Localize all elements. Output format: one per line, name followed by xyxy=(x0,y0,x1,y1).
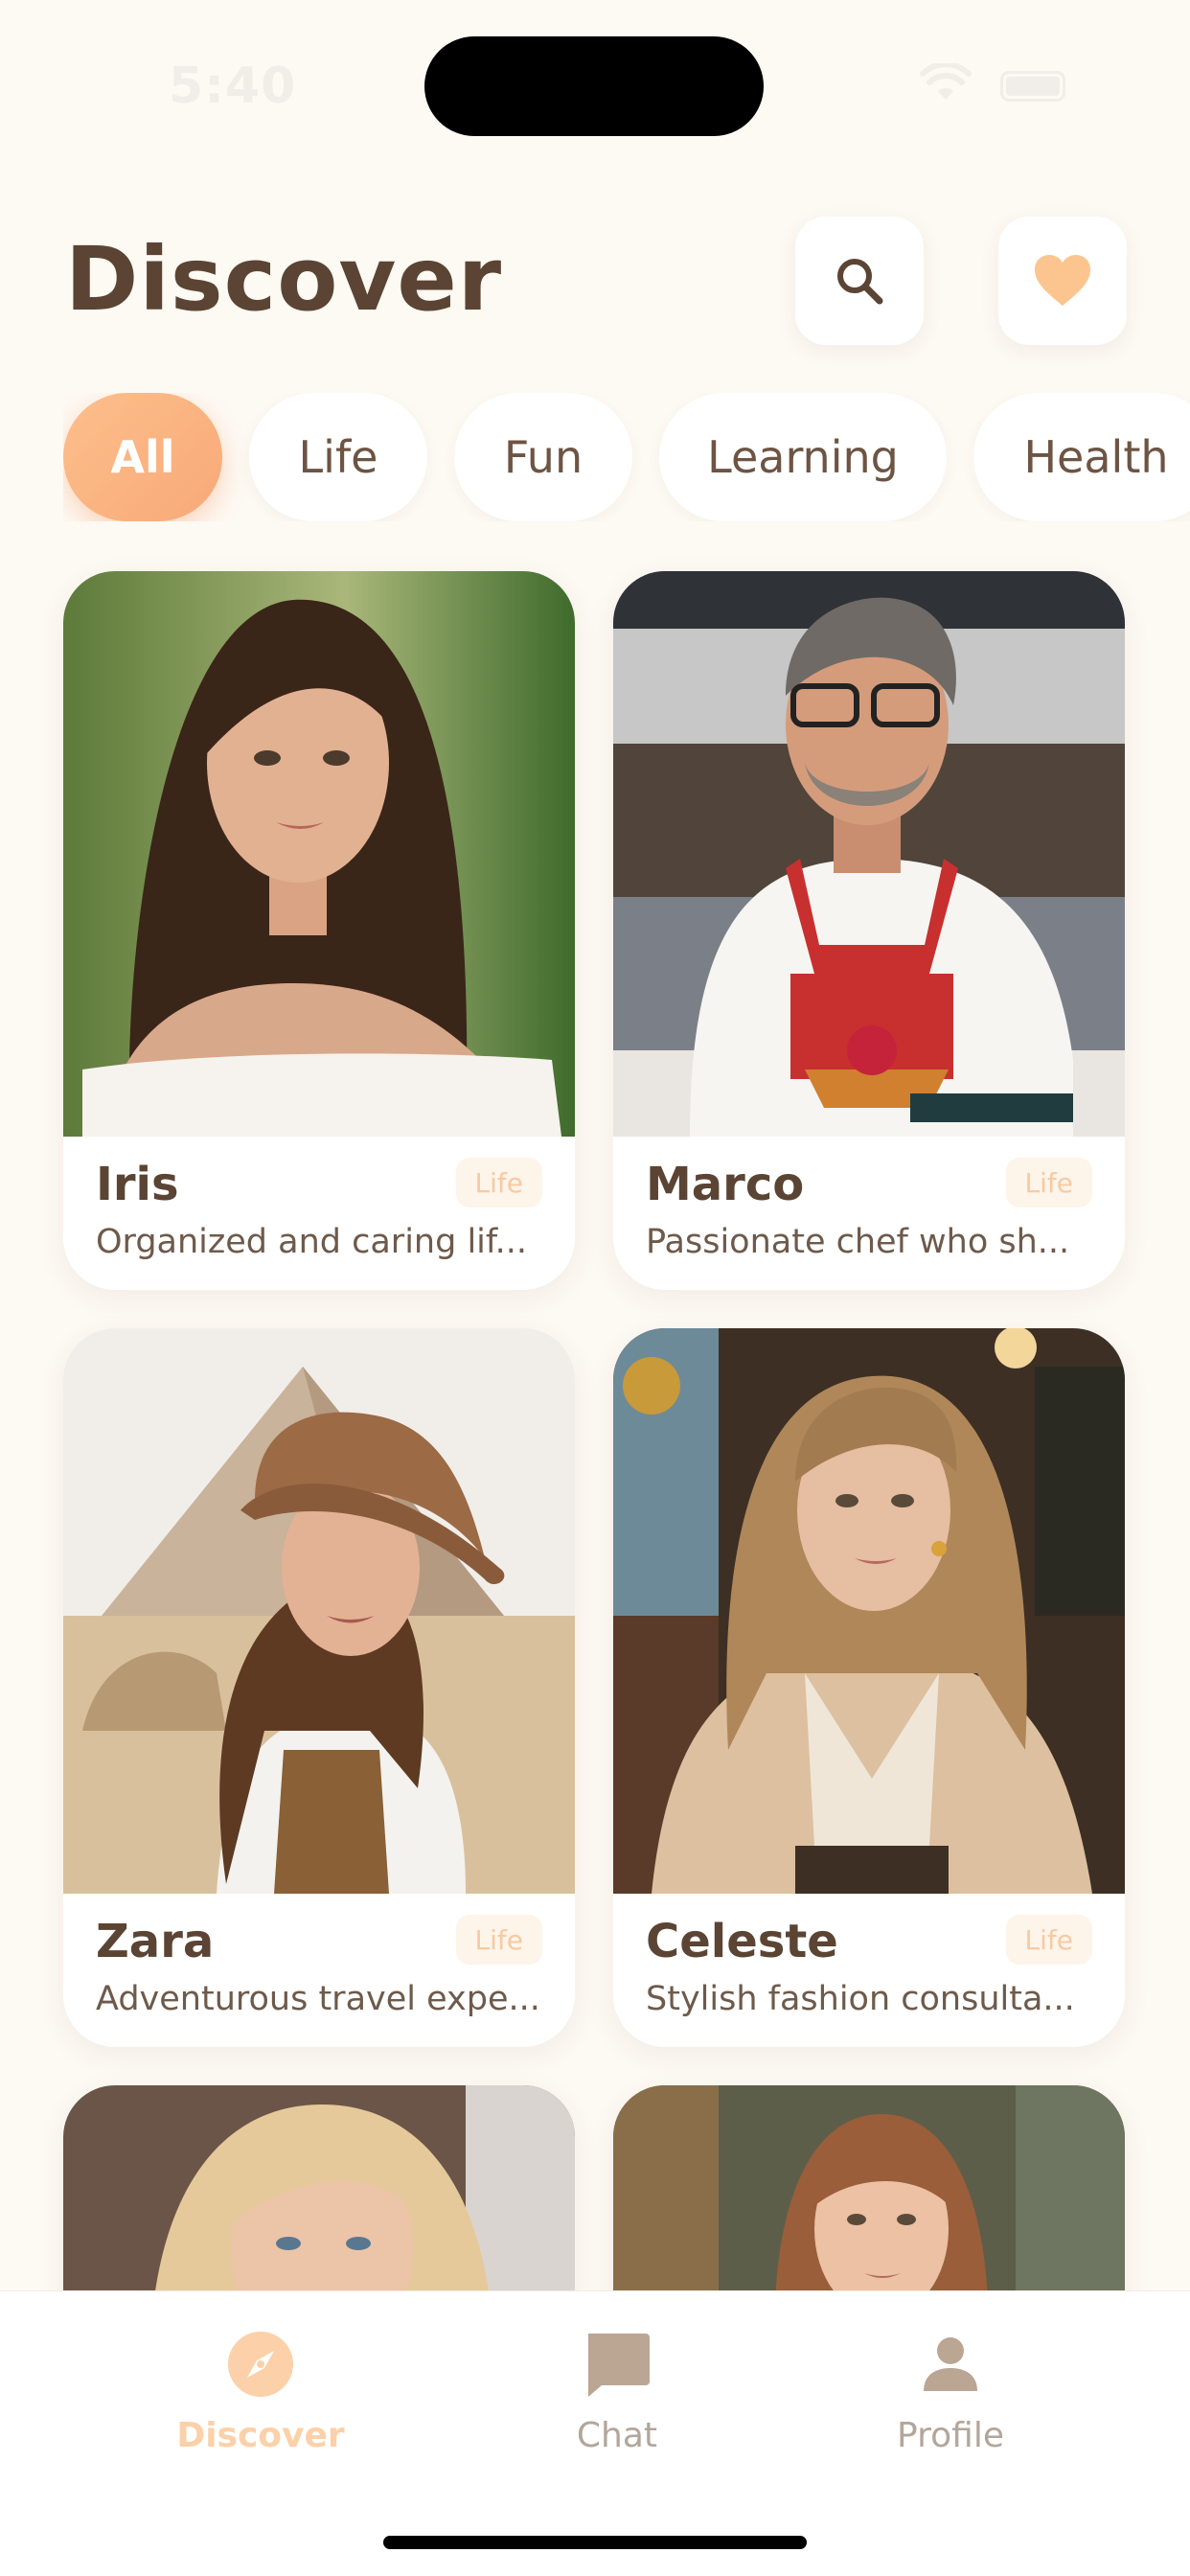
chip-all[interactable]: All xyxy=(63,393,222,521)
battery-icon xyxy=(1000,71,1065,102)
search-button[interactable] xyxy=(795,217,924,345)
category-tag: Life xyxy=(1005,1158,1092,1208)
tab-label: Discover xyxy=(176,2416,345,2455)
chip-health[interactable]: Health xyxy=(973,393,1190,521)
home-indicator xyxy=(383,2536,807,2549)
chat-bubble-icon xyxy=(588,2334,650,2397)
tab-profile[interactable]: Profile xyxy=(826,2326,1075,2470)
status-bar: 5:40 xyxy=(0,0,1190,172)
character-photo xyxy=(63,571,575,1137)
character-photo xyxy=(613,571,1125,1137)
character-description: Stylish fashion consulta... xyxy=(646,1980,1075,2018)
character-name: Iris xyxy=(96,1158,179,1211)
tab-chat[interactable]: Chat xyxy=(492,2326,742,2470)
character-name: Celeste xyxy=(646,1915,838,1968)
character-card-marco[interactable]: Marco Life Passionate chef who sh... xyxy=(613,571,1125,1290)
chip-fun[interactable]: Fun xyxy=(454,393,632,521)
heart-icon xyxy=(1035,255,1090,306)
category-tag: Life xyxy=(455,1158,542,1208)
character-description: Passionate chef who sh... xyxy=(646,1223,1070,1261)
tab-bar: Discover Chat Profile xyxy=(0,2290,1190,2576)
chip-learning[interactable]: Learning xyxy=(659,393,947,521)
character-card-celeste[interactable]: Celeste Life Stylish fashion consulta... xyxy=(613,1328,1125,2047)
wifi-icon xyxy=(920,63,972,100)
tab-label: Profile xyxy=(897,2416,1004,2455)
character-photo xyxy=(613,1328,1125,1894)
compass-icon xyxy=(228,2332,293,2397)
status-time: 5:40 xyxy=(169,58,297,115)
search-icon xyxy=(837,259,883,305)
character-card-zara[interactable]: Zara Life Adventurous travel expe... xyxy=(63,1328,575,2047)
tab-discover[interactable]: Discover xyxy=(136,2326,385,2470)
person-icon xyxy=(924,2337,977,2391)
character-photo xyxy=(63,1328,575,1894)
favorites-button[interactable] xyxy=(998,217,1127,345)
page-title: Discover xyxy=(65,228,503,331)
character-card-iris[interactable]: Iris Life Organized and caring lif... xyxy=(63,571,575,1290)
character-description: Adventurous travel expe... xyxy=(96,1980,540,2018)
chip-life[interactable]: Life xyxy=(249,393,427,521)
character-name: Marco xyxy=(646,1158,805,1211)
category-tag: Life xyxy=(455,1915,542,1965)
category-tag: Life xyxy=(1005,1915,1092,1965)
dynamic-island xyxy=(424,36,764,136)
character-description: Organized and caring lif... xyxy=(96,1223,528,1261)
character-name: Zara xyxy=(96,1915,215,1968)
category-chips: All Life Fun Learning Health xyxy=(63,393,1190,521)
tab-label: Chat xyxy=(576,2416,658,2455)
